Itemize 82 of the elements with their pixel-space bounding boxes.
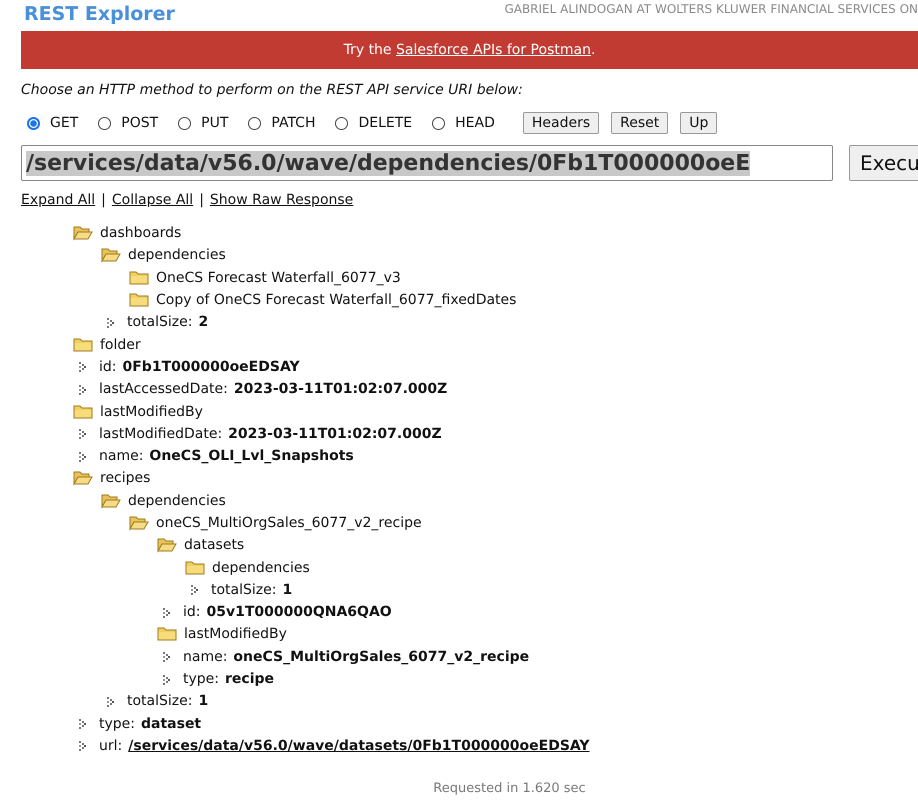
user-org-text: GABRIEL ALINDOGAN AT WOLTERS KLUWER FINANCIAL SERVICES ON xyxy=(504,2,918,16)
app-title: REST Explorer xyxy=(24,2,175,26)
dotted-arrow-icon xyxy=(78,740,87,752)
field-value: 0Fb1T000000oeEDSAY xyxy=(122,358,300,375)
field-key: id: xyxy=(99,358,116,375)
dotted-arrow-icon xyxy=(78,428,87,440)
field-value: oneCS_MultiOrgSales_6077_v2_recipe xyxy=(233,648,530,665)
field-value: 05v1T000000QNA6QAO xyxy=(206,604,392,620)
folder-icon xyxy=(129,270,149,286)
field-value: recipe xyxy=(225,671,274,688)
folder-label[interactable]: datasets xyxy=(184,537,244,554)
uri-field[interactable]: /services/data/v56.0/wave/dependencies/0Fb1T000000oeE xyxy=(21,145,833,181)
folder-label[interactable]: OneCS Forecast Waterfall_6077_v3 xyxy=(156,270,401,286)
dotted-arrow-icon xyxy=(162,651,171,662)
dotted-arrow-icon xyxy=(106,696,115,707)
dotted-arrow-icon xyxy=(106,316,115,328)
separator-text: | xyxy=(101,192,106,208)
method-radio[interactable]: DELETE xyxy=(335,115,412,131)
field-key: type: xyxy=(99,716,135,732)
field-key: lastAccessedDate: xyxy=(99,381,228,398)
method-radio[interactable]: GET xyxy=(27,115,78,131)
postman-link[interactable]: Salesforce APIs for Postman xyxy=(396,42,591,58)
instruction-text: Choose an HTTP method to perform on the REST API service URI below: xyxy=(21,82,524,98)
folder-icon xyxy=(73,404,93,420)
folder-label[interactable]: dashboards xyxy=(100,225,182,242)
tree-link[interactable]: Collapse All xyxy=(112,192,194,208)
field-value: 2 xyxy=(198,314,208,330)
tree-link[interactable]: Expand All xyxy=(21,192,96,208)
field-key: name: xyxy=(99,448,144,464)
field-value: 2023-03-11T01:02:07.000Z xyxy=(234,381,448,398)
field-value: 1 xyxy=(198,693,208,710)
dotted-arrow-icon xyxy=(190,584,199,596)
method-radio[interactable]: PUT xyxy=(178,115,228,131)
folder-label[interactable]: dependencies xyxy=(128,492,226,509)
dotted-arrow-icon xyxy=(162,606,171,618)
method-radio[interactable]: PATCH xyxy=(248,115,316,131)
field-key: totalSize: xyxy=(127,693,192,710)
folder-icon xyxy=(129,292,149,308)
dotted-arrow-icon xyxy=(78,361,87,372)
toolbar-button[interactable]: Up xyxy=(680,112,718,134)
folder-label[interactable]: oneCS_MultiOrgSales_6077_v2_recipe xyxy=(156,515,422,531)
folder-label[interactable]: lastModifiedBy xyxy=(184,626,287,642)
field-value: dataset xyxy=(141,716,202,732)
method-radio[interactable]: POST xyxy=(98,115,158,131)
folder-icon xyxy=(73,336,93,353)
folder-icon xyxy=(157,626,177,642)
open-folder-icon xyxy=(157,537,177,554)
field-value: OneCS_OLI_Lvl_Snapshots xyxy=(149,448,354,464)
field-key: totalSize: xyxy=(211,582,276,598)
field-value: 1 xyxy=(282,582,292,598)
field-key: name: xyxy=(183,648,228,665)
field-key: type: xyxy=(183,671,219,688)
execute-button[interactable]: Execu xyxy=(849,145,918,181)
folder-label[interactable]: Copy of OneCS Forecast Waterfall_6077_fixedDates xyxy=(156,292,516,308)
field-key: id: xyxy=(183,604,200,620)
open-folder-icon xyxy=(101,247,121,264)
folder-label[interactable]: dependencies xyxy=(212,560,310,576)
open-folder-icon xyxy=(129,515,149,531)
folder-label[interactable]: folder xyxy=(100,336,141,353)
dotted-arrow-icon xyxy=(78,718,87,730)
folder-label[interactable]: dependencies xyxy=(128,247,226,264)
banner-message: Try the Salesforce APIs for Postman. xyxy=(344,42,596,58)
method-radio[interactable]: HEAD xyxy=(432,115,495,131)
open-folder-icon xyxy=(73,470,93,486)
folder-label[interactable]: recipes xyxy=(100,470,150,486)
open-folder-icon xyxy=(101,492,121,509)
field-key: lastModifiedDate: xyxy=(99,426,222,442)
folder-label[interactable]: lastModifiedBy xyxy=(100,404,203,420)
dotted-arrow-icon xyxy=(78,384,87,395)
field-key: url: xyxy=(99,738,122,754)
open-folder-icon xyxy=(73,225,93,242)
request-time-text: Requested in 1.620 sec xyxy=(432,781,587,796)
tree-link[interactable]: Show Raw Response xyxy=(210,192,354,208)
toolbar-button[interactable]: Reset xyxy=(611,112,668,134)
toolbar-button[interactable]: Headers xyxy=(522,112,600,134)
field-key: totalSize: xyxy=(127,314,192,330)
separator-text: | xyxy=(199,192,204,208)
folder-icon xyxy=(185,560,205,576)
dotted-arrow-icon xyxy=(78,450,87,462)
field-value: 2023-03-11T01:02:07.000Z xyxy=(228,426,442,442)
dotted-arrow-icon xyxy=(162,674,171,685)
url-link[interactable]: /services/data/v56.0/wave/datasets/0Fb1T000000oeEDSAY xyxy=(128,738,590,754)
